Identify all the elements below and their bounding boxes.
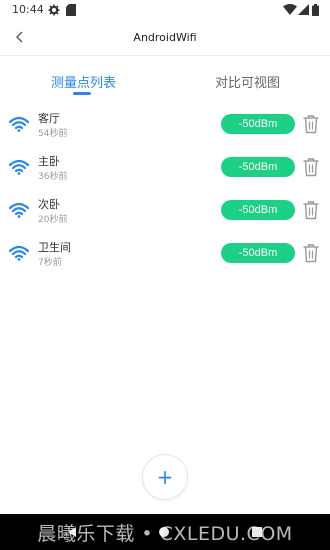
tab-comparison-view[interactable]: 对比可视图 — [215, 72, 280, 91]
signal-badge[interactable]: -50dBm — [221, 114, 295, 134]
plus-icon: + — [156, 465, 174, 489]
trash-icon[interactable] — [302, 157, 320, 177]
point-name: 主卧 — [38, 155, 60, 168]
wifi-signal-icon — [283, 4, 297, 15]
point-time: 36秒前 — [38, 172, 68, 182]
signal-badge[interactable]: -50dBm — [221, 200, 295, 220]
trash-icon[interactable] — [302, 200, 320, 220]
gear-icon — [48, 4, 60, 16]
watermark-text: 晨曦乐下载 • CXLEDU.COM — [37, 523, 293, 545]
sd-card-icon — [66, 4, 76, 16]
list-item[interactable]: 主卧 36秒前 -50dBm — [0, 147, 330, 190]
point-time: 54秒前 — [38, 129, 68, 139]
status-time: 10:44 — [12, 3, 44, 16]
add-point-button[interactable]: + — [142, 454, 188, 500]
list-item[interactable]: 客厅 54秒前 -50dBm — [0, 104, 330, 147]
list-item[interactable]: 卫生间 7秒前 -50dBm — [0, 233, 330, 276]
signal-badge[interactable]: -50dBm — [221, 157, 295, 177]
status-bar: 10:44 — [0, 0, 330, 20]
point-name: 客厅 — [38, 112, 60, 125]
wifi-icon — [9, 202, 29, 218]
point-name: 卫生间 — [38, 241, 71, 254]
tab-bar: 测量点列表 对比可视图 — [0, 66, 330, 98]
point-name: 次卧 — [38, 198, 60, 211]
page-title: AndroidWifi — [133, 31, 197, 44]
wifi-icon — [9, 116, 29, 132]
tab-indicator — [73, 92, 91, 95]
wifi-icon — [9, 159, 29, 175]
list-item[interactable]: 次卧 20秒前 -50dBm — [0, 190, 330, 233]
battery-icon — [312, 4, 319, 16]
app-bar: AndroidWifi — [0, 20, 330, 56]
cell-signal-icon — [298, 4, 309, 15]
trash-icon[interactable] — [302, 114, 320, 134]
signal-badge[interactable]: -50dBm — [221, 243, 295, 263]
point-time: 20秒前 — [38, 215, 68, 225]
navigation-bar: 晨曦乐下载 • CXLEDU.COM — [0, 514, 330, 550]
trash-icon[interactable] — [302, 243, 320, 263]
tab-measurement-list[interactable]: 测量点列表 — [51, 72, 116, 91]
point-time: 7秒前 — [38, 258, 62, 268]
wifi-icon — [9, 245, 29, 261]
